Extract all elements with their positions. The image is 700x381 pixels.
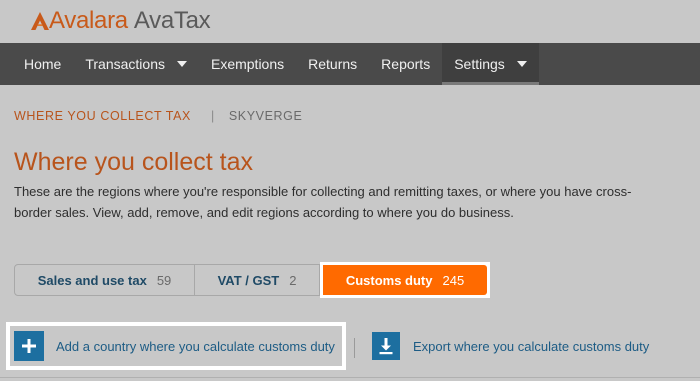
export-button[interactable]: Export where you calculate customs duty <box>372 331 649 361</box>
brand-product-name: AvaTax <box>133 7 211 34</box>
tab-count: 245 <box>442 272 465 288</box>
breadcrumb-separator: | <box>211 109 215 123</box>
nav-item-label: Exemptions <box>210 56 285 72</box>
nav-item-label: Transactions <box>85 56 165 72</box>
avalara-a-logo-icon <box>31 12 49 30</box>
brand-wordmark: Avalara <box>49 7 128 34</box>
tab-vat-gst[interactable]: VAT / GST 2 <box>195 264 320 296</box>
tab-count: 59 <box>156 272 172 288</box>
tab-customs-duty[interactable]: Customs duty 245 <box>323 265 487 295</box>
section-divider <box>0 377 700 378</box>
page-description: These are the regions where you're respo… <box>14 184 632 220</box>
export-label: Export where you calculate customs duty <box>413 338 650 354</box>
plus-icon <box>14 331 44 361</box>
breadcrumb-section-link[interactable]: WHERE YOU COLLECT TAX <box>14 109 191 123</box>
nav-item-reports[interactable]: Reports <box>369 43 442 85</box>
nav-item-label: Settings <box>454 56 505 72</box>
caret-down-icon <box>516 61 527 67</box>
avalara-logo[interactable]: Avalara AvaTax <box>30 6 211 36</box>
nav-item-transactions[interactable]: Transactions <box>73 43 199 85</box>
action-divider <box>354 338 355 358</box>
tax-type-tabs: Sales and use tax 59 VAT / GST 2 Customs… <box>14 262 490 298</box>
page-title: Where you collect tax <box>14 148 253 176</box>
nav-item-label: Returns <box>308 56 358 72</box>
tab-customs-duty-highlight: Customs duty 245 <box>320 262 490 298</box>
nav-item-exemptions[interactable]: Exemptions <box>199 43 296 85</box>
tab-label: Sales and use tax <box>37 272 147 288</box>
tab-sales-and-use-tax[interactable]: Sales and use tax 59 <box>14 264 195 296</box>
tab-count: 2 <box>289 272 297 288</box>
nav-item-returns[interactable]: Returns <box>296 43 369 85</box>
nav-item-label: Home <box>24 56 62 72</box>
main-nav: Home Transactions Exemptions Returns Rep… <box>0 43 700 85</box>
add-country-label: Add a country where you calculate custom… <box>56 338 335 354</box>
nav-item-home[interactable]: Home <box>12 43 73 85</box>
tab-label: VAT / GST <box>217 272 280 288</box>
breadcrumb-company: SKYVERGE <box>228 109 303 123</box>
app-header: Avalara AvaTax <box>0 0 700 43</box>
download-icon <box>372 332 400 360</box>
nav-item-label: Reports <box>381 56 431 72</box>
tab-label: Customs duty <box>345 272 433 288</box>
nav-item-settings[interactable]: Settings <box>442 43 539 85</box>
breadcrumb: WHERE YOU COLLECT TAX | SKYVERGE <box>14 107 302 125</box>
caret-down-icon <box>176 61 187 67</box>
add-country-button[interactable]: Add a country where you calculate custom… <box>10 326 342 366</box>
add-country-highlight: Add a country where you calculate custom… <box>6 322 346 370</box>
